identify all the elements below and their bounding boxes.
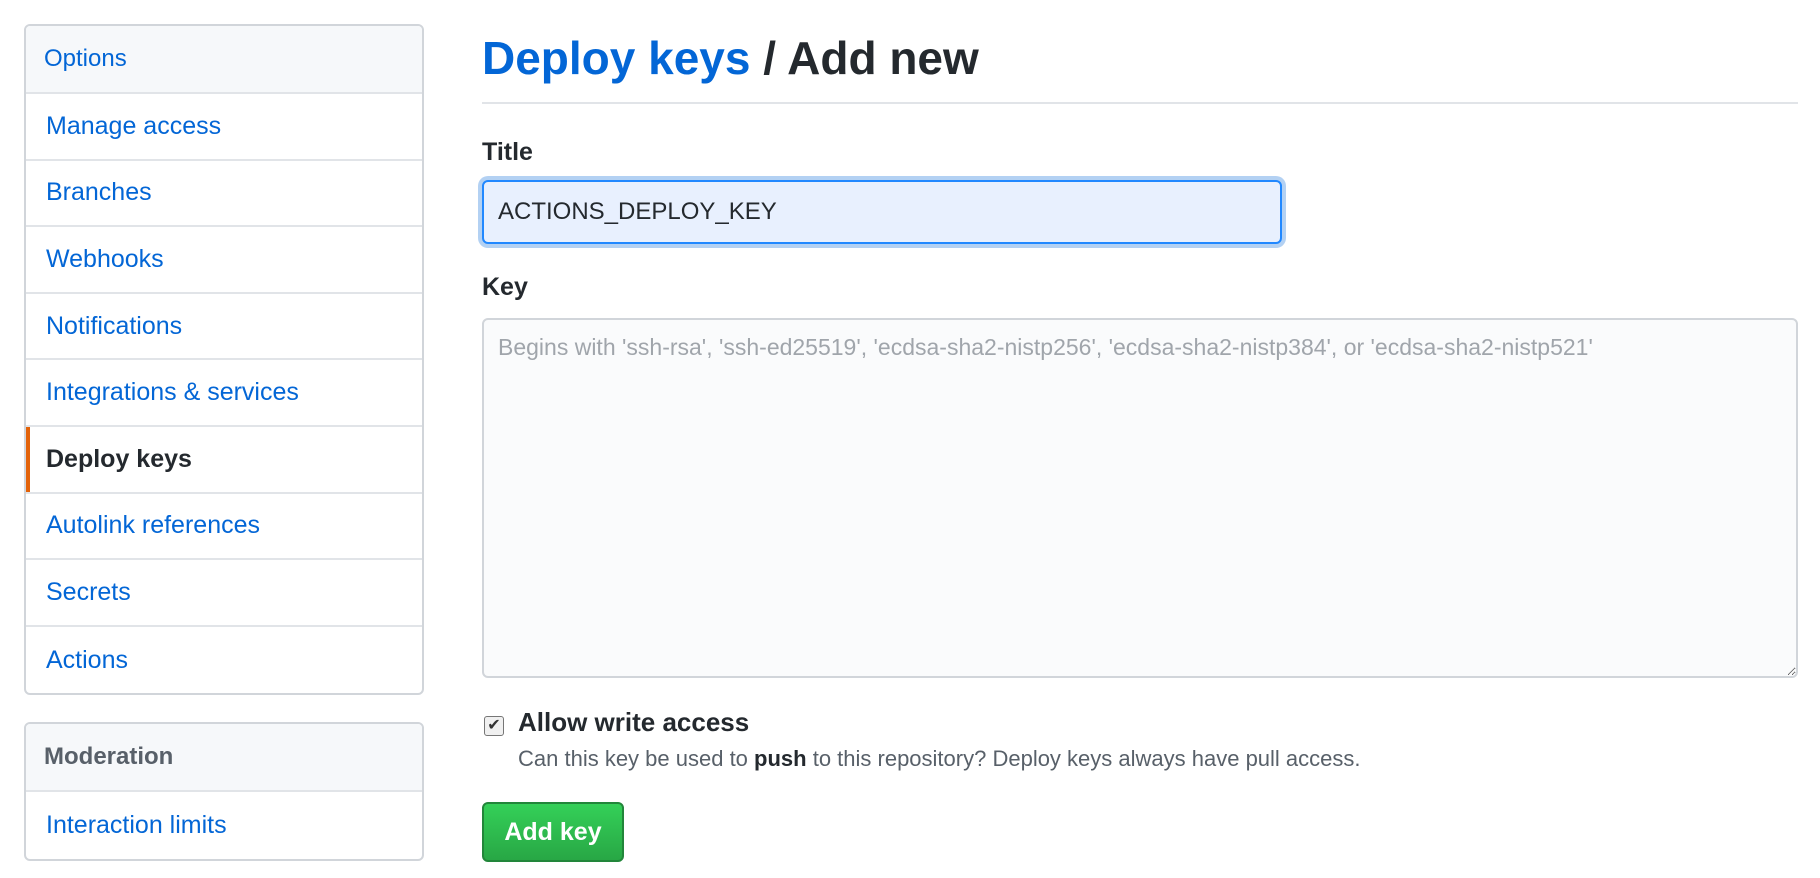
sidebar-item-notifications[interactable]: Notifications	[26, 294, 422, 361]
moderation-heading: Moderation	[26, 724, 422, 792]
sidebar-item-deploy-keys[interactable]: Deploy keys	[26, 426, 422, 494]
key-label: Key	[482, 273, 528, 301]
write-access-note: Can this key be used to push to this rep…	[518, 746, 1361, 771]
sidebar-item-manage-access[interactable]: Manage access	[26, 94, 422, 161]
title-label: Title	[482, 138, 533, 166]
sidebar-item-secrets[interactable]: Secrets	[26, 560, 422, 627]
sidebar-item-branches[interactable]: Branches	[26, 161, 422, 228]
checkmark-icon: ✔	[487, 717, 501, 734]
key-textarea[interactable]	[482, 318, 1798, 678]
allow-write-access-label[interactable]: Allow write access	[518, 707, 749, 738]
breadcrumb-deploy-keys-link[interactable]: Deploy keys	[482, 32, 750, 84]
settings-sidebar: Options Manage access Branches Webhooks …	[24, 24, 424, 696]
moderation-sidebar: Moderation Interaction limits	[24, 722, 424, 861]
page-title: Deploy keys / Add new	[482, 30, 1798, 104]
sidebar-item-autolink-references[interactable]: Autolink references	[26, 494, 422, 561]
sidebar-item-actions[interactable]: Actions	[26, 627, 422, 694]
add-key-button[interactable]: Add key	[482, 802, 624, 862]
allow-write-access-checkbox[interactable]: ✔	[484, 716, 504, 736]
breadcrumb-separator: /	[763, 32, 777, 84]
sidebar-item-webhooks[interactable]: Webhooks	[26, 227, 422, 294]
sidebar-item-interaction-limits[interactable]: Interaction limits	[26, 792, 422, 859]
sidebar-item-integrations[interactable]: Integrations & services	[26, 360, 422, 427]
title-input[interactable]	[482, 180, 1282, 244]
breadcrumb-current: Add new	[787, 32, 979, 84]
sidebar-item-options[interactable]: Options	[26, 26, 422, 94]
